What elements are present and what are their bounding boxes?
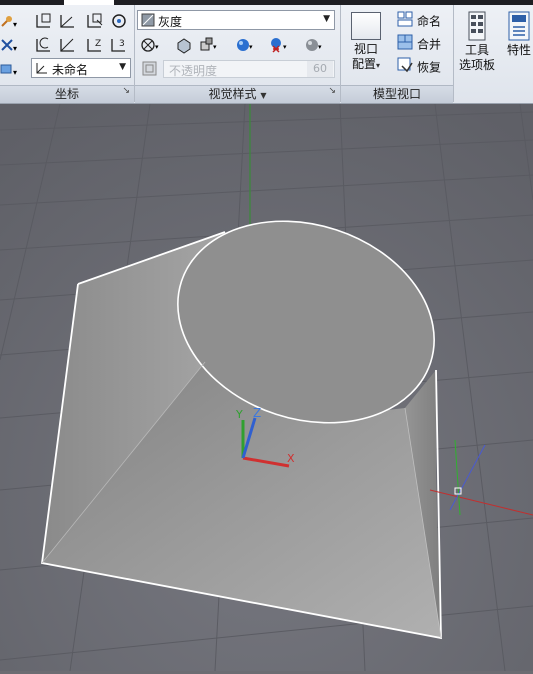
xray-icon[interactable] xyxy=(139,58,161,80)
opacity-slider[interactable]: 不透明度 60 xyxy=(163,60,335,78)
ucs-origin-icon[interactable] xyxy=(57,10,79,32)
ucs-named-icon[interactable]: ▾ xyxy=(0,58,20,80)
opacity-value: 60 xyxy=(307,61,333,77)
visual-style-icon xyxy=(141,13,155,30)
properties-icon xyxy=(507,11,531,41)
viewport-config-label-2: 配置 xyxy=(351,57,376,71)
chevron-down-icon: ▼ xyxy=(260,91,267,100)
ucs-3point-icon[interactable] xyxy=(57,34,79,56)
merge-viewport-button[interactable]: 合并 xyxy=(397,34,441,54)
properties-label: 特性 xyxy=(506,43,531,57)
x-axis-label: X xyxy=(287,452,295,465)
coordinates-panel: ▾ ▾ ▾ Z 3 未命名 ▼ 坐标 ↘ xyxy=(0,5,134,103)
svg-text:▾: ▾ xyxy=(318,43,322,51)
tool-palettes-label-2: 选项板 xyxy=(458,58,495,72)
svg-text:3: 3 xyxy=(119,39,125,49)
svg-text:▾: ▾ xyxy=(13,20,17,29)
named-viewports-icon xyxy=(397,11,413,33)
coordinates-panel-title: 坐标 ↘ xyxy=(0,85,134,103)
coordinates-title-text: 坐标 xyxy=(54,87,79,101)
ucs-view-icon[interactable] xyxy=(108,10,130,32)
svg-text:▾: ▾ xyxy=(13,44,17,53)
properties-button[interactable]: 特性 xyxy=(502,9,533,58)
viewport-config-icon xyxy=(351,12,381,40)
svg-text:▾: ▾ xyxy=(155,43,159,51)
ucs-name-combo[interactable]: 未命名 ▼ xyxy=(31,58,131,78)
ucs-3-icon[interactable]: 3 xyxy=(108,34,130,56)
tool-palettes-icon xyxy=(466,11,488,41)
material-sphere-icon[interactable]: ▾ xyxy=(233,34,255,56)
tool-palettes-button[interactable]: 工具 选项板 xyxy=(456,9,498,73)
silhouette-icon[interactable] xyxy=(173,34,195,56)
ribbon: ▾ ▾ ▾ Z 3 未命名 ▼ 坐标 ↘ 灰度 ▼ ▾ ▾ ▾ ▾ ▾ 不透明度… xyxy=(0,0,533,104)
model-viewports-panel: 视口 配置▾ 命名 合并 恢复 模型视口 xyxy=(341,5,453,103)
ucs-x-icon[interactable]: ▾ xyxy=(0,34,20,56)
restore-viewport-icon xyxy=(397,57,413,79)
lighting-icon[interactable]: ▾ xyxy=(267,34,289,56)
face-style-icon[interactable]: ▾ xyxy=(197,34,219,56)
panel-launcher-icon[interactable]: ↘ xyxy=(122,83,130,100)
chevron-down-icon: ▾ xyxy=(376,61,381,70)
tool-palettes-label-1: 工具 xyxy=(464,43,489,57)
svg-text:▾: ▾ xyxy=(249,43,253,51)
name-viewport-label: 命名 xyxy=(417,14,442,29)
name-viewport-button[interactable]: 命名 xyxy=(397,11,441,31)
ucs-previous-icon[interactable] xyxy=(33,34,55,56)
panel-launcher-icon[interactable]: ↘ xyxy=(328,83,336,100)
visual-style-combo[interactable]: 灰度 ▼ xyxy=(137,10,335,30)
join-viewports-icon xyxy=(397,34,413,56)
y-axis-label: Y xyxy=(235,408,243,421)
visual-style-text: 灰度 xyxy=(158,15,183,29)
svg-text:Z: Z xyxy=(95,39,101,49)
model-viewports-panel-title: 模型视口 xyxy=(341,85,453,103)
ucs-name-text: 未命名 xyxy=(52,63,89,77)
edge-style-icon[interactable]: ▾ xyxy=(139,34,161,56)
ucs-small-icon xyxy=(35,61,49,78)
model-viewport[interactable]: X Y Z xyxy=(0,103,533,672)
svg-text:▾: ▾ xyxy=(213,43,217,51)
palettes-panel: 工具 选项板 特性 xyxy=(454,5,533,103)
model-viewports-title-text: 模型视口 xyxy=(372,87,421,101)
opacity-label: 不透明度 xyxy=(169,64,218,78)
chevron-down-icon: ▼ xyxy=(323,14,330,24)
visual-styles-panel: 灰度 ▼ ▾ ▾ ▾ ▾ ▾ 不透明度 60 视觉样式 ▼ ↘ xyxy=(135,5,340,103)
visual-styles-title-text: 视觉样式 xyxy=(208,87,257,101)
viewport-config-button[interactable]: 视口 配置▾ xyxy=(345,9,387,73)
visual-styles-panel-title[interactable]: 视觉样式 ▼ ↘ xyxy=(135,85,340,103)
restore-viewport-button[interactable]: 恢复 xyxy=(397,57,441,77)
svg-text:▾: ▾ xyxy=(13,68,17,77)
svg-text:▾: ▾ xyxy=(283,43,287,51)
restore-viewport-label: 恢复 xyxy=(417,60,442,75)
viewport-config-label-1: 视口 xyxy=(353,42,378,56)
ucs-icon[interactable]: ▾ xyxy=(0,10,20,32)
ucs-world-icon[interactable] xyxy=(33,10,55,32)
ucs-z-icon[interactable]: Z xyxy=(84,34,106,56)
merge-viewport-label: 合并 xyxy=(417,37,442,52)
z-axis-label: Z xyxy=(253,406,261,420)
chevron-down-icon: ▼ xyxy=(119,62,126,72)
shadow-sphere-icon[interactable]: ▾ xyxy=(302,34,324,56)
ucs-face-icon[interactable] xyxy=(84,10,106,32)
